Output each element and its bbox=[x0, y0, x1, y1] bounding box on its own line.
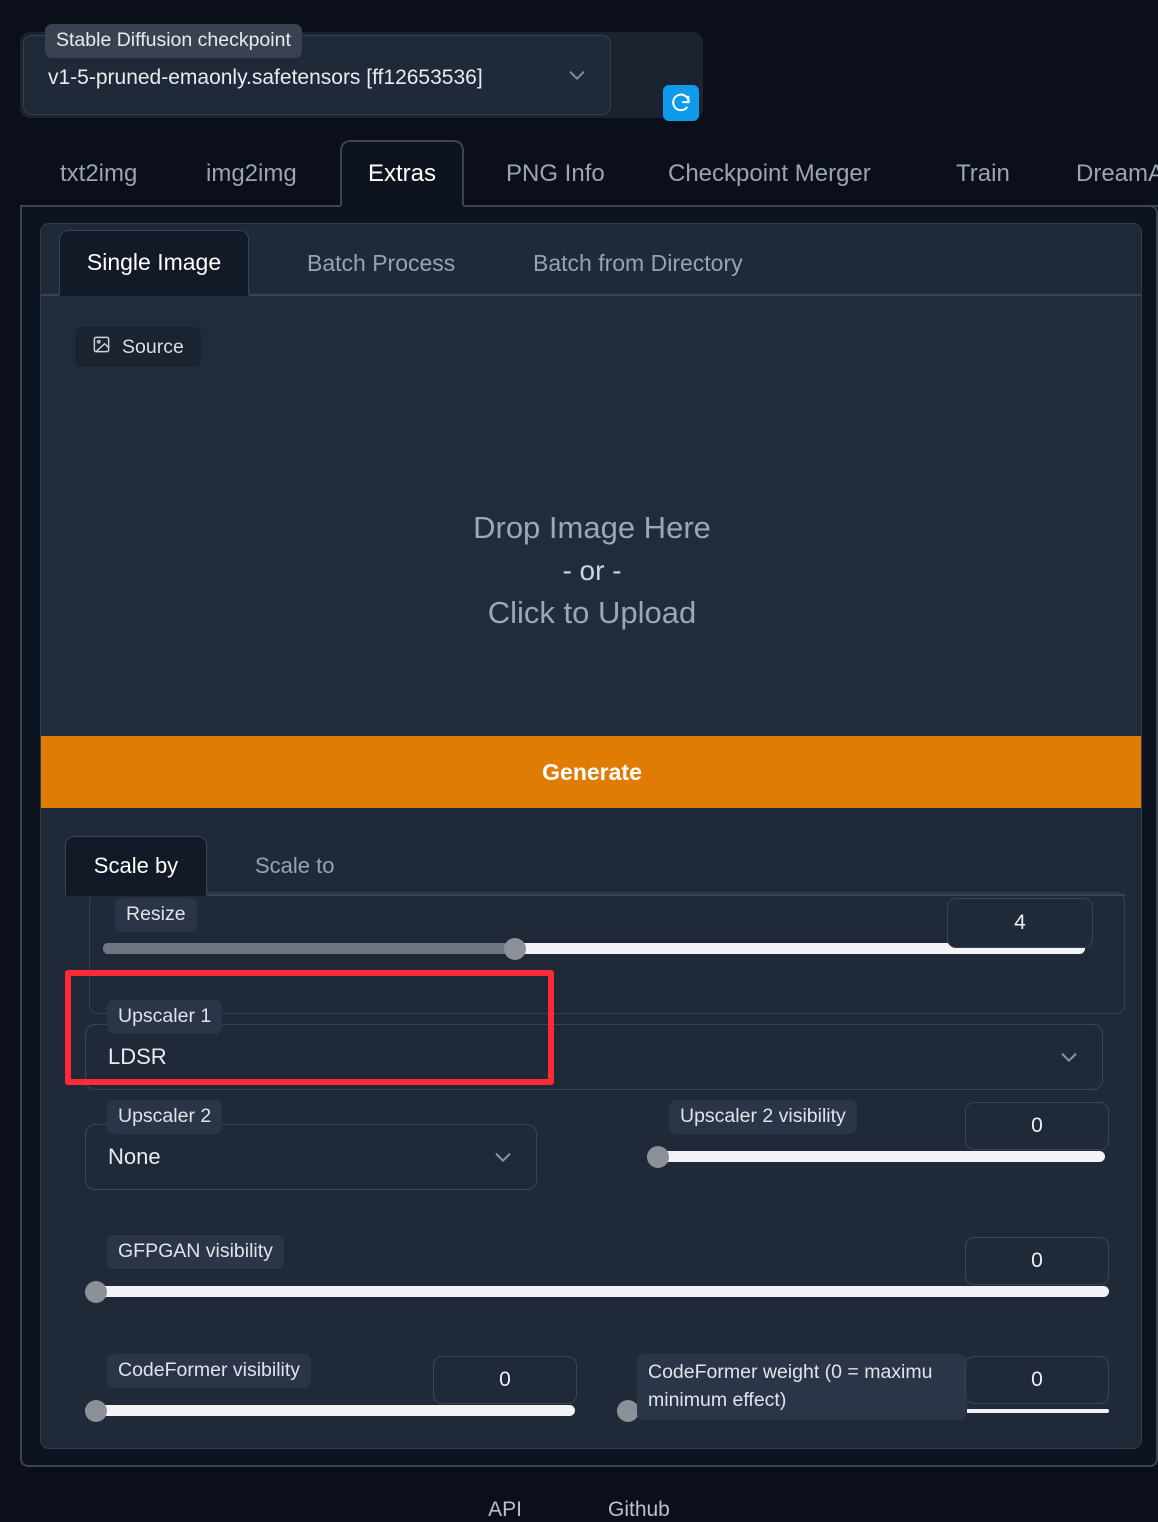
upscaler-1-dropdown[interactable]: LDSR bbox=[85, 1024, 1103, 1090]
subtab-single-image[interactable]: Single Image bbox=[59, 230, 249, 296]
tab-scale-by[interactable]: Scale by bbox=[65, 836, 207, 896]
tab-checkpoint-merger[interactable]: Checkpoint Merger bbox=[642, 140, 897, 207]
gfpgan-visibility-slider[interactable] bbox=[85, 1281, 1109, 1303]
chevron-down-icon bbox=[566, 64, 588, 86]
stable-diffusion-webui: Stable Diffusion checkpoint v1-5-pruned-… bbox=[0, 0, 1158, 1522]
codeformer-visibility-thumb[interactable] bbox=[85, 1400, 107, 1422]
gfpgan-visibility-label: GFPGAN visibility bbox=[107, 1235, 284, 1269]
upscaler-2-value: None bbox=[108, 1144, 161, 1169]
footer-links: API Github bbox=[0, 1498, 1158, 1522]
subtab-batch-from-directory[interactable]: Batch from Directory bbox=[507, 230, 769, 296]
tab-train[interactable]: Train bbox=[930, 140, 1036, 207]
codeformer-weight-thumb[interactable] bbox=[617, 1400, 639, 1422]
github-link[interactable]: Github bbox=[608, 1498, 670, 1522]
source-button[interactable]: Source bbox=[75, 327, 201, 367]
extras-subtabbar: Single Image Batch Process Batch from Di… bbox=[41, 224, 1141, 296]
gfpgan-visibility-track bbox=[85, 1286, 1109, 1297]
image-icon bbox=[92, 335, 111, 360]
api-link[interactable]: API bbox=[488, 1498, 522, 1522]
codeformer-weight-label: CodeFormer weight (0 = maximu minimum ef… bbox=[637, 1354, 967, 1421]
dropzone-line-1: Drop Image Here bbox=[473, 510, 711, 545]
gfpgan-visibility-value[interactable]: 0 bbox=[965, 1237, 1109, 1285]
scale-tabbar: Scale by Scale to bbox=[65, 836, 1125, 896]
extras-inner: Single Image Batch Process Batch from Di… bbox=[40, 223, 1142, 1449]
generate-button[interactable]: Generate bbox=[41, 736, 1141, 808]
upscaler-2-label: Upscaler 2 bbox=[107, 1100, 223, 1134]
tab-dreambooth[interactable]: DreamA bbox=[1050, 140, 1158, 207]
extras-panel: Single Image Batch Process Batch from Di… bbox=[20, 205, 1158, 1467]
upscaler-1-value: LDSR bbox=[108, 1044, 167, 1069]
upscaler-2-visibility-value[interactable]: 0 bbox=[965, 1102, 1109, 1150]
resize-slider-thumb[interactable] bbox=[504, 938, 527, 960]
checkpoint-select[interactable]: Stable Diffusion checkpoint v1-5-pruned-… bbox=[23, 24, 611, 115]
chevron-down-icon bbox=[1058, 1046, 1080, 1068]
dropzone-line-3: Click to Upload bbox=[487, 594, 697, 630]
tab-img2img[interactable]: img2img bbox=[180, 140, 323, 207]
subtab-batch-process[interactable]: Batch Process bbox=[281, 230, 481, 296]
dropzone-line-2: - or - bbox=[562, 554, 622, 586]
upscaler-1-label: Upscaler 1 bbox=[107, 1000, 223, 1034]
dropzone-text: Drop Image Here - or - Click to Upload bbox=[41, 506, 1141, 636]
codeformer-visibility-track bbox=[85, 1405, 575, 1416]
resize-slider[interactable] bbox=[103, 938, 1085, 960]
codeformer-visibility-value[interactable]: 0 bbox=[433, 1356, 577, 1404]
resize-label: Resize bbox=[115, 898, 197, 932]
main-tabbar: txt2img img2img Extras PNG Info Checkpoi… bbox=[20, 140, 1158, 207]
upscaler-2-visibility-label: Upscaler 2 visibility bbox=[669, 1100, 857, 1134]
source-button-label: Source bbox=[122, 335, 184, 358]
tab-txt2img[interactable]: txt2img bbox=[34, 140, 163, 207]
tab-extras[interactable]: Extras bbox=[340, 140, 464, 207]
codeformer-weight-value[interactable]: 0 bbox=[965, 1356, 1109, 1404]
checkpoint-bar: Stable Diffusion checkpoint v1-5-pruned-… bbox=[20, 24, 703, 121]
checkpoint-label: Stable Diffusion checkpoint bbox=[45, 24, 302, 58]
gfpgan-visibility-thumb[interactable] bbox=[85, 1281, 107, 1303]
tab-scale-to[interactable]: Scale to bbox=[231, 836, 359, 896]
resize-slider-fill bbox=[103, 943, 516, 954]
codeformer-visibility-label: CodeFormer visibility bbox=[107, 1354, 312, 1388]
upscaler-2-visibility-thumb[interactable] bbox=[647, 1146, 669, 1168]
source-dropzone[interactable]: Source Drop Image Here - or - Click to U… bbox=[41, 296, 1141, 736]
resize-value[interactable]: 4 bbox=[947, 898, 1093, 948]
refresh-icon[interactable] bbox=[663, 85, 699, 121]
chevron-down-icon bbox=[492, 1146, 514, 1168]
upscaler-2-visibility-track bbox=[647, 1151, 1105, 1162]
tab-png-info[interactable]: PNG Info bbox=[480, 140, 631, 207]
checkpoint-value: v1-5-pruned-emaonly.safetensors [ff12653… bbox=[48, 66, 483, 89]
